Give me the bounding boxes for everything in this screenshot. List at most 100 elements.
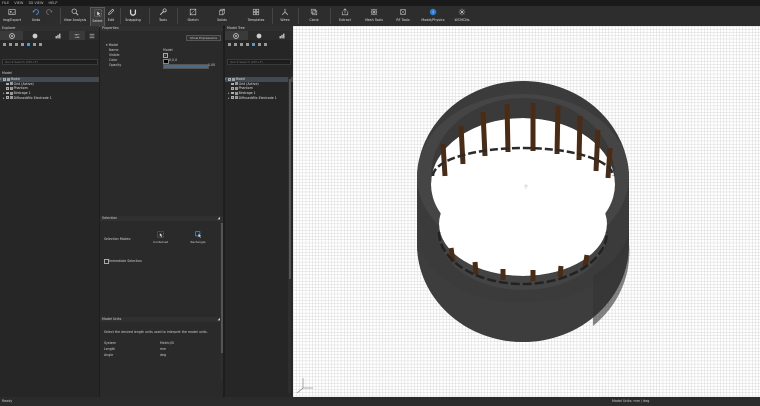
units-angle-value[interactable]: deg xyxy=(160,353,166,357)
filter-icon[interactable] xyxy=(27,42,30,46)
immediate-selection-label: Immediate Selection xyxy=(109,259,142,263)
image-export-icon xyxy=(7,7,17,17)
templates-icon xyxy=(251,7,261,17)
undo-button[interactable]: Undo xyxy=(29,7,43,25)
show-expressions-button[interactable]: Show Expressions xyxy=(186,35,221,41)
menu-file[interactable]: FILE xyxy=(2,1,9,5)
contained-mode-button[interactable]: Contained xyxy=(153,231,168,244)
wcmcns-button[interactable]: WCMCNs xyxy=(452,7,472,25)
contained-select-icon xyxy=(156,231,164,238)
filter-icon[interactable] xyxy=(228,42,231,46)
sliders-icon xyxy=(74,33,80,38)
explorer-search-input[interactable]: Quick Search (Ctrl+F) xyxy=(2,59,98,65)
mesh-tools-button[interactable]: Mesh Tools xyxy=(362,7,386,25)
tools-button[interactable]: Tools xyxy=(155,7,171,25)
select-button[interactable]: Select xyxy=(90,7,105,27)
filter-icon[interactable] xyxy=(39,42,42,46)
tree-item[interactable]: ▸ ✓ DiffusedWix Electrode 1 xyxy=(0,95,99,100)
property-opacity-label: Opacity xyxy=(109,63,122,67)
model-tree-tabs xyxy=(225,31,293,40)
filter-icon[interactable] xyxy=(9,42,12,46)
model-tree-panel: Model Tree Quick Search (Ctrl+F) ▾ ✓ Model… xyxy=(225,26,293,397)
model-units-section-header: Model Units ◢ xyxy=(100,317,223,322)
solids-button[interactable]: Solids xyxy=(214,7,230,25)
tab-results[interactable] xyxy=(270,31,293,40)
ribbon-separator xyxy=(60,8,61,24)
properties-panel: Properties Show Expressions ▾ Model Name… xyxy=(100,26,223,397)
sketch-button[interactable]: Sketch xyxy=(184,7,202,25)
menu-3d-view[interactable]: 3D VIEW xyxy=(28,1,43,5)
model-tab-icon xyxy=(8,32,15,39)
tab-model[interactable] xyxy=(225,31,248,40)
ribbon-separator xyxy=(272,8,273,24)
tab-model[interactable] xyxy=(0,31,24,40)
filter-icon[interactable] xyxy=(258,42,261,46)
menu-view[interactable]: VIEW xyxy=(14,1,23,5)
properties-title: Properties xyxy=(100,26,223,31)
property-name-value[interactable]: Model xyxy=(163,48,173,52)
svg-text:i: i xyxy=(432,10,433,15)
filter-icon[interactable] xyxy=(264,42,267,46)
materials-tab-icon xyxy=(256,33,262,38)
filter-icon[interactable] xyxy=(21,42,24,46)
redo-icon xyxy=(44,7,54,17)
property-name-label: Name xyxy=(109,48,119,52)
results-tab-icon xyxy=(279,33,285,38)
rf-tools-button[interactable]: RF Tools xyxy=(393,7,413,25)
units-system-value[interactable]: Metric/SI xyxy=(160,341,174,345)
snapping-icon xyxy=(128,7,138,17)
image-export-button[interactable]: Img/Export xyxy=(2,7,22,25)
tab-materials[interactable] xyxy=(23,31,46,40)
extract-icon xyxy=(340,7,350,17)
tab-results[interactable] xyxy=(46,31,69,40)
property-visible-checkbox[interactable]: ✓ xyxy=(163,53,168,58)
status-units: Model Units: mm / deg xyxy=(612,399,650,403)
filter-icon[interactable] xyxy=(234,42,237,46)
rectangle-mode-button[interactable]: Rectangle xyxy=(189,231,207,244)
wires-icon xyxy=(280,7,290,17)
explorer-filter-row xyxy=(0,41,99,47)
filter-icon[interactable] xyxy=(252,42,255,46)
units-angle-label: Angle xyxy=(104,353,114,357)
property-opacity-value: 1.00 xyxy=(208,63,216,67)
clone-button[interactable]: Clone xyxy=(306,7,322,25)
properties-scrollbar[interactable] xyxy=(220,221,223,381)
opacity-slider[interactable] xyxy=(163,64,209,69)
units-length-value[interactable]: mm xyxy=(160,347,166,351)
status-bar: Ready Model Units: mm / deg xyxy=(0,397,760,406)
tree-item[interactable]: ▸ ✓ DiffusedWix Electrode 1 xyxy=(225,95,293,100)
templates-button[interactable]: Templates xyxy=(244,7,268,25)
menu-help[interactable]: HELP xyxy=(48,1,57,5)
model-tree-search-input[interactable]: Quick Search (Ctrl+F) xyxy=(227,59,291,65)
wires-button[interactable]: Wires xyxy=(278,7,292,25)
units-length-label: Length xyxy=(104,347,115,351)
filter-icon[interactable] xyxy=(246,42,249,46)
tab-settings[interactable] xyxy=(69,31,86,40)
edit-button[interactable]: Edit xyxy=(105,7,117,25)
explorer-panel: Explorer Quick Search (Ctrl+F) Model ▾ ✓ M… xyxy=(0,26,99,397)
filter-icon[interactable] xyxy=(33,42,36,46)
list-icon xyxy=(89,33,95,38)
filter-icon[interactable] xyxy=(3,42,6,46)
model-tree-scrollbar[interactable] xyxy=(288,77,291,393)
model-tree-filter-row xyxy=(225,41,293,47)
view-analysis-button[interactable]: View Analysis xyxy=(64,7,86,25)
solids-icon xyxy=(217,7,227,17)
3d-viewport[interactable] xyxy=(293,26,760,397)
tab-materials[interactable] xyxy=(248,31,271,40)
redo-button[interactable] xyxy=(43,7,55,25)
property-color-label: Color xyxy=(109,58,118,62)
results-tab-icon xyxy=(55,33,60,38)
tab-list[interactable] xyxy=(85,31,99,40)
ribbon-separator xyxy=(177,8,178,24)
extract-button[interactable]: Extract xyxy=(336,7,354,25)
filter-icon[interactable] xyxy=(240,42,243,46)
units-system-label: System xyxy=(104,341,116,345)
mesh-tools-icon xyxy=(369,7,379,17)
snapping-button[interactable]: Snapping xyxy=(123,7,143,25)
model-physics-button[interactable]: i Model/Physics xyxy=(418,7,448,25)
filter-icon[interactable] xyxy=(15,42,18,46)
model-tree: ▾ ✓ Model ✓ Grid (Active) ✓ Phantom ▸ ✓ Birdca… xyxy=(225,77,293,100)
model-units-description: Select the desired length units used to … xyxy=(104,330,208,334)
materials-tab-icon xyxy=(32,33,37,38)
